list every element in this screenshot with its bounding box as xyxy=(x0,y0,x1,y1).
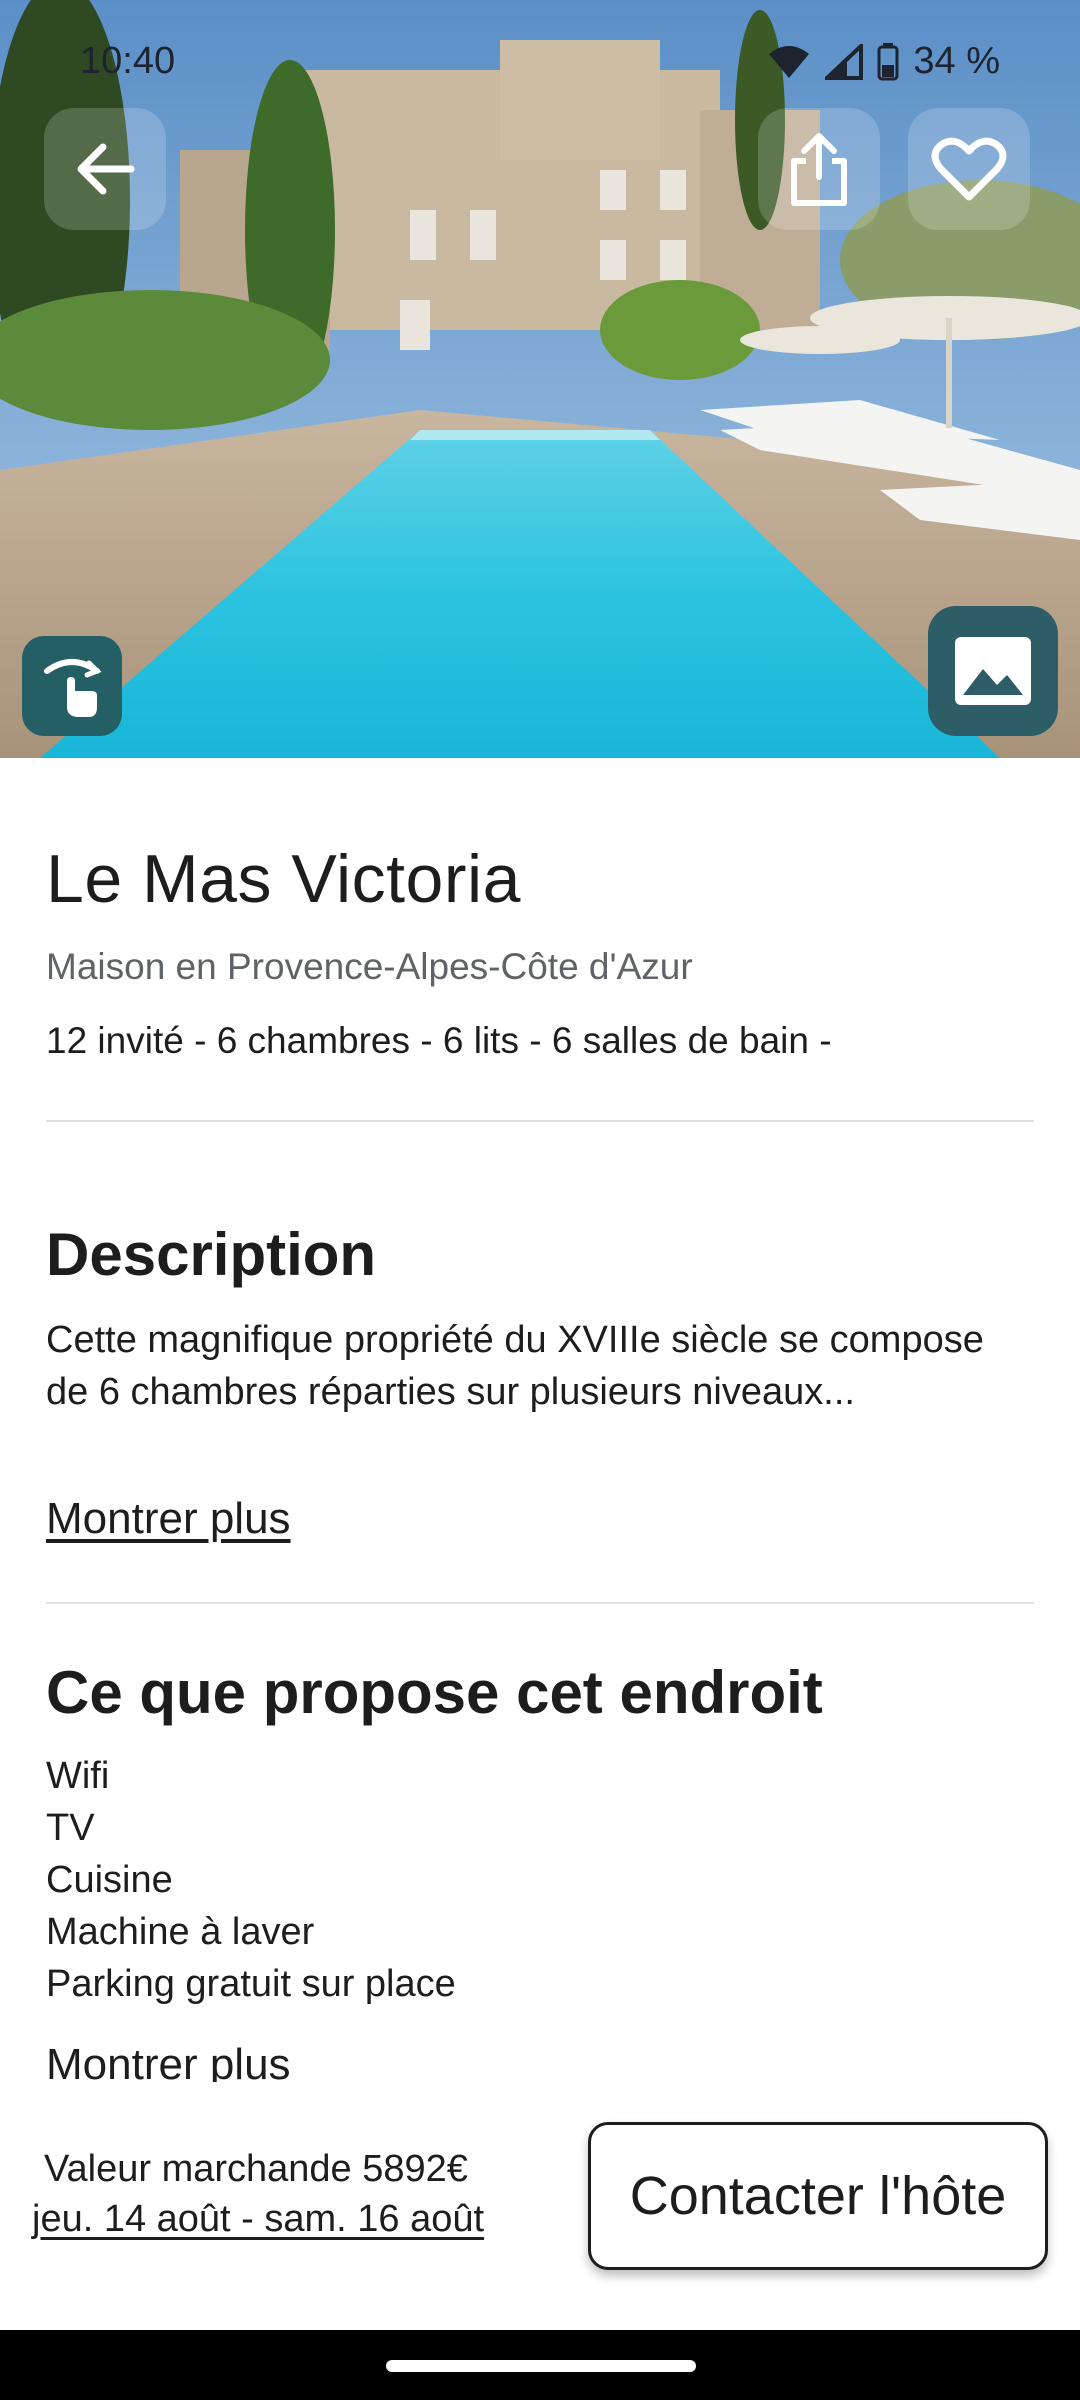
description-heading: Description xyxy=(46,1221,377,1288)
amenity-item: Parking gratuit sur place xyxy=(46,1963,456,2005)
share-button[interactable] xyxy=(758,108,880,230)
status-time: 10:40 xyxy=(80,40,176,82)
contact-host-button[interactable]: Contacter l'hôte xyxy=(588,2122,1048,2270)
amenity-item: Machine à laver xyxy=(46,1911,315,1953)
wifi-icon xyxy=(769,45,810,78)
amenity-item: TV xyxy=(46,1807,95,1849)
description-show-more-link[interactable]: Montrer plus xyxy=(46,1494,291,1544)
listing-title: Le Mas Victoria xyxy=(46,841,521,917)
heart-icon xyxy=(931,137,1007,201)
battery-percent: 34 % xyxy=(913,40,1000,82)
virtual-tour-button[interactable] xyxy=(22,636,122,736)
divider xyxy=(46,1602,1034,1604)
status-bar: 10:40 34 % xyxy=(0,0,1080,126)
touch-rotate-icon xyxy=(44,659,102,717)
signal-icon xyxy=(825,43,864,80)
back-button[interactable] xyxy=(44,108,166,230)
dates-link[interactable]: jeu. 14 août - sam. 16 août xyxy=(32,2198,484,2241)
battery-icon xyxy=(877,42,899,80)
amenity-item: Cuisine xyxy=(46,1859,173,1901)
hero-photo[interactable]: 10:40 34 % xyxy=(0,0,1080,758)
listing-subtitle: Maison en Provence-Alpes-Côte d'Azur xyxy=(46,946,693,987)
share-icon xyxy=(791,133,847,206)
description-text: Cette magnifique propriété du XVIIIe siè… xyxy=(46,1319,984,1413)
favorite-button[interactable] xyxy=(908,108,1030,230)
booking-footer: Valeur marchande 5892€ jeu. 14 août - sa… xyxy=(0,2096,1080,2330)
amenities-list: Wifi TV Cuisine Machine à laver Parking … xyxy=(46,1750,456,2010)
amenities-show-more-button[interactable]: Montrer plus xyxy=(46,2040,291,2082)
image-icon xyxy=(955,637,1031,705)
home-gesture-handle[interactable] xyxy=(386,2360,696,2372)
divider xyxy=(46,1120,1034,1122)
amenities-heading: Ce que propose cet endroit xyxy=(46,1659,823,1726)
listing-specs: 12 invité - 6 chambres - 6 lits - 6 sall… xyxy=(46,1020,832,1061)
status-icons: 34 % xyxy=(767,40,1000,83)
arrow-left-icon xyxy=(77,143,135,195)
gallery-button[interactable] xyxy=(928,606,1058,736)
system-nav-bar xyxy=(0,2330,1080,2400)
amenity-item: Wifi xyxy=(46,1755,110,1797)
market-value-label: Valeur marchande 5892€ xyxy=(44,2148,468,2190)
